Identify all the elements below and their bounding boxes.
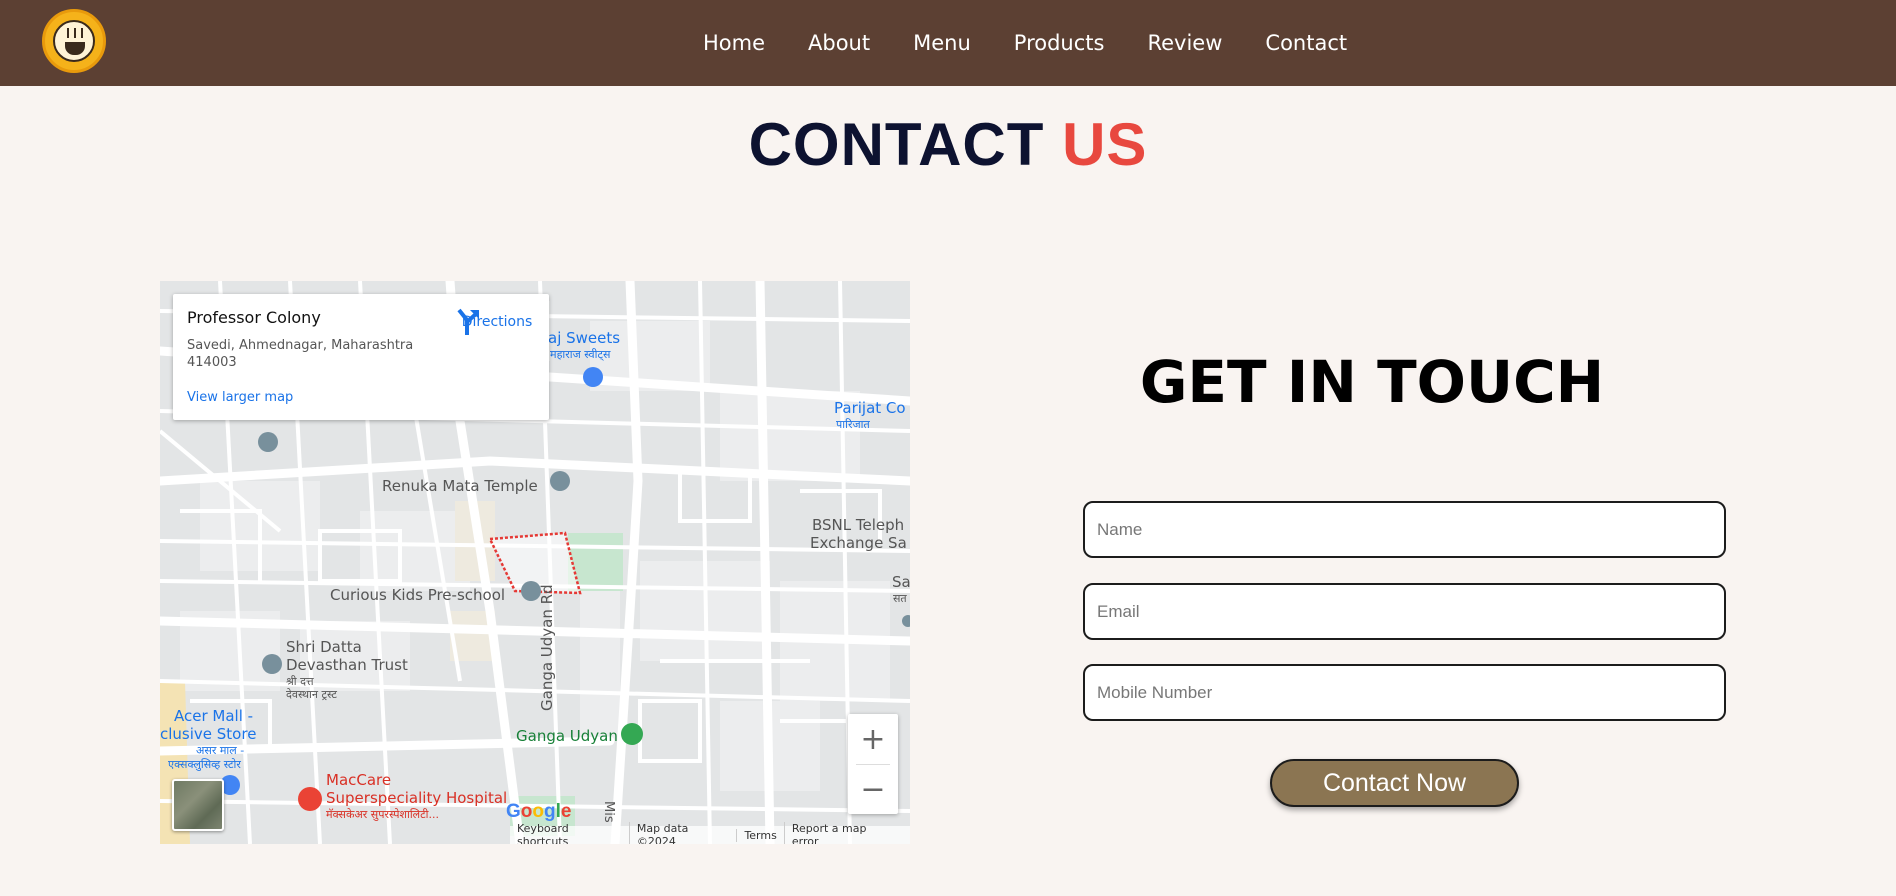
nav-contact-link[interactable]: Contact: [1265, 31, 1347, 55]
nav-review-link[interactable]: Review: [1147, 31, 1222, 55]
nav-menu: Home About Menu Products Review Contact: [703, 0, 1390, 86]
map-data-text: Map data ©2024: [628, 822, 737, 844]
keyboard-shortcuts-link[interactable]: Keyboard shortcuts: [510, 822, 629, 844]
nav-products-link[interactable]: Products: [1014, 31, 1105, 55]
nav-menu-link[interactable]: Menu: [913, 31, 971, 55]
map-label-sweets: aj Sweets: [548, 329, 621, 347]
view-larger-map-link[interactable]: View larger map: [187, 390, 293, 405]
map-label-mall-local-1: असर माल -: [196, 744, 245, 757]
map-label-road: Ganga Udyan Rd: [538, 584, 556, 711]
section-title: CONTACT US: [0, 110, 1896, 179]
map-footer: Keyboard shortcuts Map data ©2024 Terms …: [510, 822, 910, 844]
map-label-bsnl-1: BSNL Teleph: [812, 516, 905, 534]
map-place-title: Professor Colony: [187, 308, 321, 327]
map-label-sa: Sa: [892, 573, 910, 591]
name-input[interactable]: [1083, 501, 1726, 558]
coffee-cup-logo-icon[interactable]: [42, 9, 106, 73]
map-label-hospital-1: MacCare: [326, 771, 392, 789]
map-label-mis: Mis: [601, 801, 616, 823]
nav-home-link[interactable]: Home: [703, 31, 765, 55]
map-info-card: Professor Colony Savedi, Ahmednagar, Mah…: [173, 294, 549, 420]
map-label-sweets-local: महाराज स्वीट्स: [550, 348, 611, 361]
steam-icon: [67, 28, 83, 38]
map-label-trust-local-2: देवस्थान ट्रस्ट: [286, 688, 337, 701]
email-input[interactable]: [1083, 583, 1726, 640]
map-label-trust-2: Devasthan Trust: [286, 656, 408, 674]
logo-badge: [53, 20, 95, 62]
zoom-out-button[interactable]: −: [848, 764, 898, 814]
directions-button[interactable]: Directions: [455, 308, 539, 335]
section-title-main: CONTACT: [748, 111, 1045, 178]
map-label-hospital-local: मॅक्सकेअर सुपरस्पेशालिटी...: [326, 808, 440, 821]
embedded-map[interactable]: aj Sweets महाराज स्वीट्स Parijat Co पारि…: [160, 281, 910, 844]
map-label-mall-1: Acer Mall -: [174, 707, 254, 725]
satellite-toggle-button[interactable]: [172, 779, 224, 831]
mobile-input[interactable]: [1083, 664, 1726, 721]
map-label-hospital-2: Superspeciality Hospital: [326, 789, 508, 807]
directions-icon: [457, 308, 479, 335]
map-label-trust-1: Shri Datta: [286, 638, 362, 656]
map-label-school: Curious Kids Pre-school: [330, 586, 506, 604]
report-map-error-link[interactable]: Report a map error: [783, 822, 902, 844]
cup-icon: [65, 42, 85, 55]
map-label-mall-local-2: एक्सक्लुसिव्ह स्टोर: [168, 758, 241, 771]
map-label-park: Ganga Udyan: [516, 727, 618, 745]
map-label-parijat-local: पारिजात: [836, 418, 870, 431]
zoom-in-button[interactable]: +: [848, 714, 898, 764]
google-logo: Google: [506, 801, 572, 822]
map-label-bsnl-2: Exchange Sa: [810, 534, 907, 552]
map-label-sa-local: सत: [893, 592, 907, 605]
map-place-address: Savedi, Ahmednagar, Maharashtra 414003: [187, 338, 414, 370]
terms-link[interactable]: Terms: [736, 828, 783, 842]
map-label-temple: Renuka Mata Temple: [382, 477, 538, 495]
nav-about-link[interactable]: About: [808, 31, 870, 55]
section-title-accent: US: [1062, 111, 1148, 178]
top-navbar: Home About Menu Products Review Contact: [0, 0, 1896, 86]
map-zoom-controls: + −: [848, 714, 898, 814]
contact-now-button[interactable]: Contact Now: [1270, 759, 1519, 807]
map-label-parijat: Parijat Co: [834, 399, 906, 417]
map-label-mall-2: clusive Store: [160, 725, 257, 743]
get-in-touch-title: GET IN TOUCH: [1139, 348, 1605, 416]
